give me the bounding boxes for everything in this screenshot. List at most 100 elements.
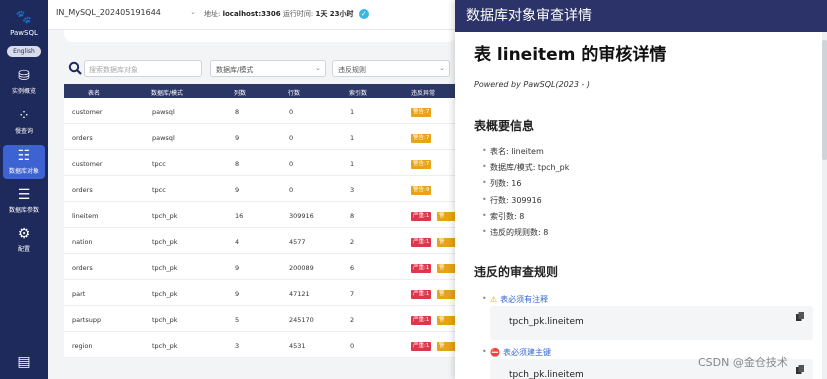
- address-label: 地址:: [204, 10, 221, 18]
- cell-rows: 47121: [289, 290, 310, 298]
- code-block: tpch_pk.lineitem: [490, 306, 813, 340]
- table-row[interactable]: partsupp tpch_pk 5 245170 2 严重:1 警告:5: [64, 306, 456, 332]
- schema-select[interactable]: 数据库/模式 ⌄: [210, 60, 326, 77]
- cell-indexes: 2: [350, 238, 355, 246]
- warning-badge: 警告:5: [437, 342, 456, 358]
- sidebar-item-slow-query[interactable]: ⁘ 慢查询: [0, 108, 48, 135]
- col-header-schema[interactable]: 数据库/模式: [151, 88, 183, 97]
- address-value: localhost:3306: [222, 10, 281, 18]
- cell-schema: tpch_pk: [152, 212, 178, 220]
- table-row[interactable]: region tpch_pk 3 4531 0 严重:1 警告:5: [64, 332, 456, 358]
- warning-badge: 警告:9: [411, 186, 432, 195]
- cell-table-name: orders: [72, 264, 93, 272]
- db-objects-icon: ☷: [17, 148, 31, 164]
- cell-indexes: 1: [350, 160, 355, 168]
- report-icon[interactable]: ▤: [0, 354, 48, 370]
- cell-table-name: nation: [72, 238, 93, 246]
- brand: 🐾 PawSQL: [0, 10, 48, 37]
- powered-by: Powered by PawSQL(2023 - ): [474, 80, 591, 89]
- table-row[interactable]: customer tpcc 8 0 1 警告:7: [64, 150, 456, 176]
- rule-select[interactable]: 违反规则 ⌄: [332, 60, 450, 77]
- schema-select-label: 数据库/模式: [216, 66, 254, 74]
- sidebar-item-label: 慢查询: [14, 128, 33, 135]
- col-header-rows[interactable]: 行数: [288, 88, 300, 97]
- table-row[interactable]: orders pawsql 9 0 1 警告:7: [64, 124, 456, 150]
- chevron-down-icon: ⌄: [315, 64, 321, 72]
- cell-indexes: 0: [350, 342, 355, 350]
- chevron-down-icon: ⌄: [190, 8, 196, 16]
- rule-link[interactable]: ⛔表必须建主键: [482, 347, 551, 358]
- paw-logo-icon: 🐾: [15, 10, 33, 25]
- col-header-violations: 违反异常: [411, 90, 436, 97]
- table-body: customer pawsql 8 0 1 警告:7 orders pawsql 9 0 1 警告:7…: [64, 98, 456, 358]
- sidebar-item-db-params[interactable]: ☰ 数据库参数: [0, 187, 48, 214]
- cell-columns: 9: [235, 186, 240, 194]
- summary-item: 数据库/模式: tpch_pk: [482, 162, 569, 178]
- warning-badge: 警告:7: [411, 160, 432, 169]
- cell-indexes: 3: [350, 186, 355, 194]
- scrollbar-thumb[interactable]: [822, 40, 827, 160]
- cell-rows: 0: [289, 186, 294, 194]
- cell-rows: 0: [289, 134, 294, 142]
- sidebar-item-db-objects[interactable]: ☷ 数据库对象: [3, 145, 45, 179]
- table-row[interactable]: nation tpch_pk 4 4577 2 严重:1 警告:5: [64, 228, 456, 254]
- severe-badge: 严重:1: [411, 212, 432, 221]
- table-row[interactable]: customer pawsql 8 0 1 警告:7: [64, 98, 456, 124]
- language-toggle[interactable]: English: [7, 46, 41, 57]
- copy-icon[interactable]: [796, 365, 804, 374]
- cell-table-name: customer: [72, 108, 103, 116]
- cell-schema: tpcc: [152, 186, 166, 194]
- cell-schema: tpch_pk: [152, 342, 178, 350]
- cell-indexes: 8: [350, 212, 355, 220]
- search-icon: [68, 61, 82, 75]
- severe-badge: 严重:1: [411, 238, 432, 247]
- uptime-label: 运行时间:: [282, 10, 314, 18]
- cell-schema: tpch_pk: [152, 264, 178, 272]
- col-header-cols[interactable]: 列数: [234, 88, 246, 97]
- cell-rows: 200089: [289, 264, 314, 272]
- sidebar-item-label: 数据库对象: [8, 168, 39, 175]
- cell-table-name: orders: [72, 186, 93, 194]
- chevron-down-icon: ⌄: [439, 64, 445, 72]
- summary-item: 违反的规则数: 8: [482, 227, 569, 243]
- severe-badge: 严重:1: [411, 290, 432, 299]
- col-header-indexes[interactable]: 索引数: [349, 88, 367, 97]
- sidebar-item-overview[interactable]: ⛁ 实例概览: [0, 68, 48, 95]
- rule-link[interactable]: ⚠表必须有注释: [482, 294, 548, 305]
- copy-icon[interactable]: [796, 312, 804, 321]
- warning-badge: 警告:7: [411, 134, 432, 143]
- sidebar: 🐾 PawSQL English ⛁ 实例概览 ⁘ 慢查询 ☷ 数据库对象 ☰ …: [0, 0, 48, 379]
- drawer-title: 数据库对象审查详情: [455, 0, 827, 32]
- rules-heading: 违反的审查规则: [474, 265, 559, 279]
- cell-schema: tpcc: [152, 160, 166, 168]
- uptime-value: 1天 23小时: [315, 10, 354, 18]
- table-row[interactable]: orders tpch_pk 9 200089 6 严重:1 警告:5: [64, 254, 456, 280]
- cell-schema: tpch_pk: [152, 290, 178, 298]
- cell-columns: 9: [235, 134, 240, 142]
- cell-rows: 4531: [289, 342, 306, 350]
- filter-bar: 搜索数据库对象 数据库/模式 ⌄ 违反规则 ⌄: [64, 57, 456, 81]
- brand-name: PawSQL: [10, 29, 38, 37]
- cell-table-name: orders: [72, 134, 93, 142]
- summary-item: 列数: 16: [482, 178, 569, 194]
- table-row[interactable]: part tpch_pk 9 47121 7 严重:1 警告:5: [64, 280, 456, 306]
- topbar: IN_MySQL_202405191644 ⌄ 地址: localhost:33…: [48, 0, 460, 30]
- summary-heading: 表概要信息: [474, 119, 535, 133]
- settings-icon: ⚙: [17, 226, 31, 242]
- summary-item: 表名: lineitem: [482, 146, 569, 162]
- sidebar-item-settings[interactable]: ⚙ 配置: [0, 226, 48, 253]
- cell-schema: tpch_pk: [152, 316, 178, 324]
- table-row[interactable]: orders tpcc 9 0 3 警告:9: [64, 176, 456, 202]
- table-row[interactable]: lineitem tpch_pk 16 309916 8 严重:1 警告:6: [64, 202, 456, 228]
- connection-select[interactable]: IN_MySQL_202405191644 ⌄: [56, 8, 196, 17]
- severe-badge: 严重:1: [411, 316, 432, 325]
- cell-rows: 0: [289, 108, 294, 116]
- sidebar-item-label: 实例概览: [11, 88, 36, 95]
- col-header-name[interactable]: 表名: [88, 88, 100, 97]
- search-input[interactable]: 搜索数据库对象: [84, 60, 202, 77]
- cell-indexes: 1: [350, 108, 355, 116]
- sidebar-item-label: 数据库参数: [8, 207, 39, 214]
- cell-rows: 0: [289, 160, 294, 168]
- detail-title: 表 lineitem 的审核详情: [474, 45, 667, 65]
- db-objects-table: 表名 数据库/模式 列数 行数 索引数 违反异常 customer pawsql 8…: [64, 84, 456, 358]
